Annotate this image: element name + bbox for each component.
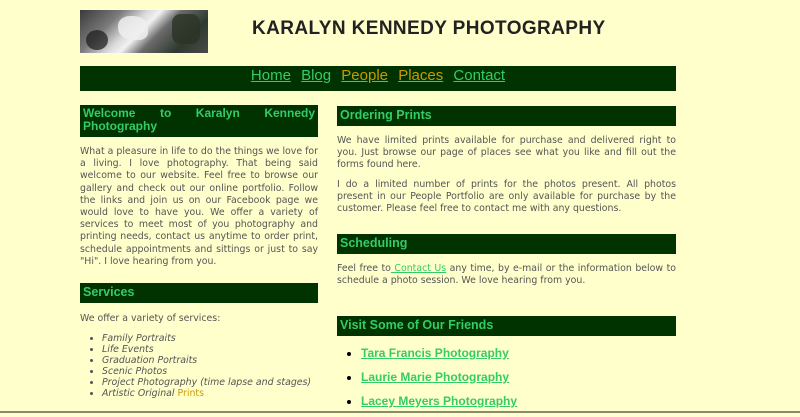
service-item: Project Photography (time lapse and stag…: [102, 377, 318, 388]
scheduling-text: Feel free to Contact Us any time, by e-m…: [337, 263, 676, 287]
main-nav: Home Blog People Places Contact: [80, 66, 676, 91]
nav-link-places[interactable]: Places: [398, 67, 443, 84]
ordering-heading: Ordering Prints: [337, 106, 676, 126]
welcome-heading: Welcome to Karalyn Kennedy Photography: [80, 105, 318, 137]
friend-link-laurie-marie[interactable]: Laurie Marie Photography: [361, 370, 509, 384]
nav-link-contact[interactable]: Contact: [453, 67, 505, 84]
nav-link-people[interactable]: People: [341, 67, 388, 84]
prints-link[interactable]: Prints: [178, 388, 204, 399]
nav-link-home[interactable]: Home: [251, 67, 291, 84]
friend-link-tara-francis[interactable]: Tara Francis Photography: [361, 346, 509, 360]
friend-link-lacey-meyers[interactable]: Lacey Meyers Photography: [361, 394, 517, 408]
ordering-text-1: We have limited prints available for pur…: [337, 135, 676, 171]
friend-list-item: Lacey Meyers Photography: [361, 393, 676, 417]
scheduling-prefix: Feel free to: [337, 263, 391, 274]
welcome-text: What a pleasure in life to do the things…: [80, 146, 318, 267]
service-item: Scenic Photos: [102, 366, 318, 377]
friends-list: Tara Francis Photography Laurie Marie Ph…: [337, 345, 676, 417]
ordering-text-2: I do a limited number of prints for the …: [337, 179, 676, 215]
friend-list-item: Tara Francis Photography: [361, 345, 676, 369]
service-item: Life Events: [102, 344, 318, 355]
service-item: Graduation Portraits: [102, 355, 318, 366]
service-item: Family Portraits: [102, 333, 318, 344]
scheduling-heading: Scheduling: [337, 234, 676, 254]
service-item: Artistic Original Prints: [102, 388, 318, 399]
nav-link-blog[interactable]: Blog: [301, 67, 331, 84]
header-photo: [80, 10, 208, 53]
friend-list-item: Laurie Marie Photography: [361, 369, 676, 393]
services-intro: We offer a variety of services:: [80, 313, 221, 324]
service-item-label: Artistic Original: [102, 388, 175, 399]
site-title: KARALYN KENNEDY PHOTOGRAPHY: [252, 18, 606, 39]
services-list: Family Portraits Life Events Graduation …: [80, 333, 318, 399]
services-heading: Services: [80, 283, 318, 303]
contact-us-link[interactable]: Contact Us: [391, 263, 446, 274]
friends-heading: Visit Some of Our Friends: [337, 316, 676, 336]
